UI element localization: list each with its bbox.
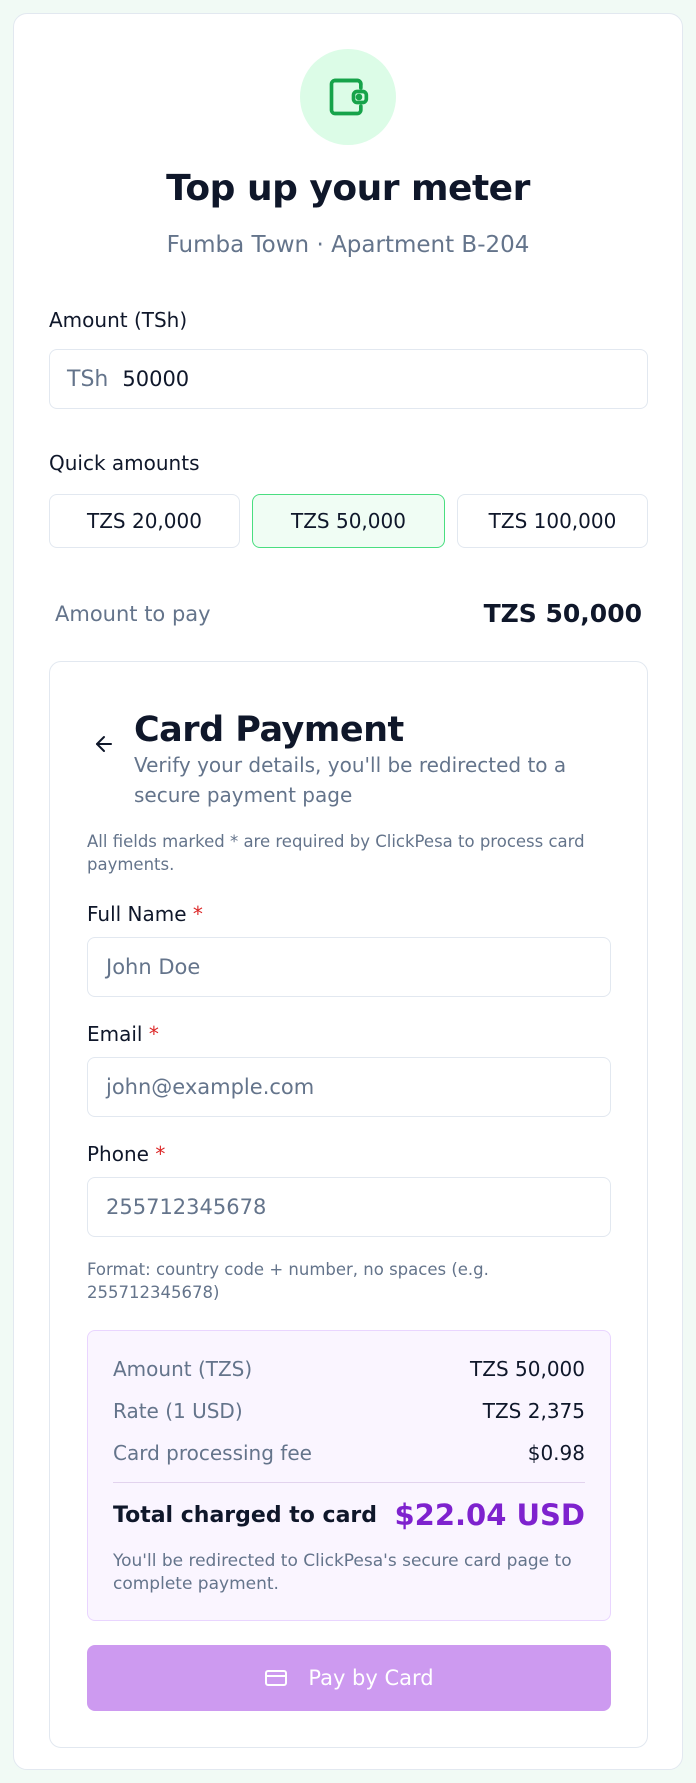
- summary-row: Amount (TZS) TZS 50,000: [113, 1357, 585, 1381]
- wallet-icon-badge: [300, 49, 396, 145]
- required-marker: *: [192, 902, 203, 926]
- email-field[interactable]: john@example.com: [87, 1057, 611, 1117]
- quick-amount-100000-button[interactable]: TZS 100,000: [457, 494, 648, 548]
- redirect-note: You'll be redirected to ClickPesa's secu…: [113, 1551, 572, 1594]
- phone-label: Phone *: [87, 1142, 166, 1166]
- quick-amount-50000-button[interactable]: TZS 50,000: [252, 494, 445, 548]
- summary-divider: [113, 1482, 585, 1483]
- pay-by-card-label: Pay by Card: [308, 1666, 434, 1690]
- credit-card-icon: [264, 1666, 288, 1690]
- phone-field[interactable]: 255712345678: [87, 1177, 611, 1237]
- summary-row: Card processing fee $0.98: [113, 1441, 585, 1465]
- topup-card: Top up your meter Fumba Town · Apartment…: [13, 13, 683, 1770]
- phone-format-hint: Format: country code + number, no spaces…: [87, 1260, 489, 1302]
- required-marker: *: [148, 1022, 159, 1046]
- amount-input[interactable]: TSh 50000: [49, 349, 648, 409]
- full-name-label: Full Name *: [87, 902, 203, 926]
- amount-to-pay-row: Amount to pay TZS 50,000: [55, 599, 642, 628]
- amount-to-pay-label: Amount to pay: [55, 601, 211, 626]
- currency-prefix: TSh: [67, 366, 109, 392]
- arrow-left-icon[interactable]: [92, 732, 116, 756]
- required-fields-note: All fields marked * are required by Clic…: [87, 832, 585, 874]
- quick-amount-20000-button[interactable]: TZS 20,000: [49, 494, 240, 548]
- total-label: Total charged to card: [113, 1502, 378, 1528]
- payment-summary: Amount (TZS) TZS 50,000 Rate (1 USD) TZS…: [87, 1330, 611, 1621]
- amount-value: 50000: [122, 367, 190, 391]
- wallet-icon: [329, 78, 369, 116]
- pay-by-card-button[interactable]: Pay by Card: [87, 1645, 611, 1711]
- full-name-field[interactable]: John Doe: [87, 937, 611, 997]
- card-payment-title: Card Payment: [134, 710, 404, 750]
- amount-to-pay-value: TZS 50,000: [483, 599, 642, 628]
- email-label: Email *: [87, 1022, 159, 1046]
- page-title: Top up your meter: [166, 168, 530, 209]
- card-payment-subtitle: Verify your details, you'll be redirecte…: [134, 753, 567, 807]
- card-payment-panel: Card Payment Verify your details, you'll…: [49, 661, 648, 1748]
- total-value: $22.04 USD: [394, 1498, 585, 1532]
- summary-row: Rate (1 USD) TZS 2,375: [113, 1399, 585, 1423]
- location-subtitle: Fumba Town · Apartment B-204: [166, 232, 530, 258]
- quick-amounts-label: Quick amounts: [49, 451, 200, 475]
- required-marker: *: [155, 1142, 166, 1166]
- amount-label: Amount (TSh): [49, 308, 188, 332]
- total-row: Total charged to card $22.04 USD: [113, 1498, 585, 1532]
